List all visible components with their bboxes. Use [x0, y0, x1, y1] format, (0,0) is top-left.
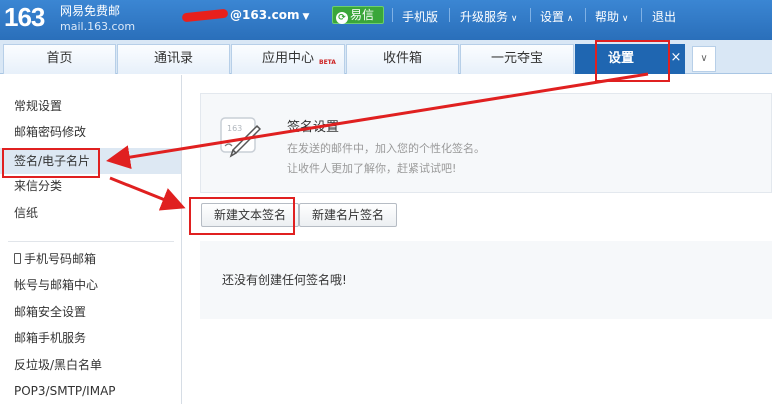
intro-title: 签名设置: [287, 120, 340, 135]
sidebar-item-password[interactable]: 邮箱密码修改: [14, 122, 86, 142]
chevron-down-icon[interactable]: ∨: [692, 46, 716, 72]
sidebar-item-antispam[interactable]: 反垃圾/黑白名单: [14, 355, 102, 375]
logo[interactable]: 163: [4, 2, 45, 33]
annotation-box-new-text-signature: [189, 197, 295, 235]
tab-app-center-label: 应用中心: [261, 51, 314, 66]
intro-desc-1: 在发送的邮件中，加入您的个性化签名。: [287, 142, 485, 155]
settings-menu[interactable]: 设置 ∧: [540, 8, 573, 25]
separator: [449, 8, 450, 22]
signature-intro: 163 签名设置 在发送的邮件中，加入您的个性化签名。 让收件人更加了解你，赶紧…: [200, 93, 772, 193]
chevron-down-icon: ▼: [302, 12, 310, 22]
chevron-down-icon: ∨: [619, 14, 629, 24]
tab-lucky-draw[interactable]: 一元夺宝: [460, 44, 574, 74]
empty-text: 还没有创建任何签名哦!: [222, 273, 347, 287]
chevron-down-icon: ∨: [508, 14, 518, 24]
sidebar-item-mail-filter[interactable]: 来信分类: [14, 176, 62, 196]
brand-domain: mail.163.com: [60, 20, 136, 33]
upgrade-menu[interactable]: 升级服务 ∨: [460, 8, 517, 25]
sidebar-item-phone-mailbox[interactable]: 手机号码邮箱: [14, 249, 96, 269]
beta-badge: BETA: [319, 59, 336, 66]
settings-sidebar: 常规设置 邮箱密码修改 签名/电子名片 来信分类 信纸 手机号码邮箱 帐号与邮箱…: [0, 75, 182, 404]
sidebar-divider: [8, 241, 174, 242]
sidebar-item-general[interactable]: 常规设置: [14, 96, 62, 116]
redaction-mark: [181, 8, 229, 23]
account-suffix: @163.com: [230, 8, 300, 22]
yixin-icon: ⟳: [336, 12, 348, 24]
separator: [641, 8, 642, 22]
annotation-box-signature-item: [2, 148, 100, 178]
sidebar-item-stationery[interactable]: 信纸: [14, 203, 38, 223]
tab-home[interactable]: 首页: [3, 44, 116, 74]
sidebar-item-account-center[interactable]: 帐号与邮箱中心: [14, 275, 98, 295]
separator: [530, 8, 531, 22]
yixin-label: 易信: [350, 8, 375, 22]
tab-app-center[interactable]: 应用中心 BETA: [231, 44, 345, 74]
tab-inbox[interactable]: 收件箱: [346, 44, 459, 74]
mobile-link[interactable]: 手机版: [402, 8, 438, 25]
separator: [585, 8, 586, 22]
upgrade-label: 升级服务: [460, 10, 509, 24]
new-card-signature-button[interactable]: 新建名片签名: [299, 203, 398, 227]
help-menu[interactable]: 帮助 ∨: [595, 8, 628, 25]
brand: 网易免费邮 mail.163.com: [60, 4, 135, 34]
sidebar-item-pop3[interactable]: POP3/SMTP/IMAP: [14, 381, 116, 401]
help-label: 帮助: [595, 10, 620, 24]
settings-label: 设置: [540, 10, 565, 24]
empty-signature-list: 还没有创建任何签名哦!: [200, 241, 772, 319]
signature-pen-icon: 163: [220, 117, 261, 158]
brand-name: 网易免费邮: [60, 4, 121, 18]
annotation-box-settings-tab: [595, 40, 670, 82]
yixin-button[interactable]: ⟳ 易信: [332, 6, 384, 24]
tab-contacts[interactable]: 通讯录: [117, 44, 230, 74]
account-menu[interactable]: @163.com ▼: [181, 8, 310, 23]
separator: [392, 8, 393, 22]
phone-icon: [14, 253, 21, 264]
logout-link[interactable]: 退出: [652, 8, 676, 25]
sidebar-item-label: 手机号码邮箱: [24, 252, 97, 266]
icon-text: 163: [227, 124, 242, 133]
intro-desc-2: 让收件人更加了解你，赶紧试试吧!: [287, 162, 457, 175]
sidebar-item-security[interactable]: 邮箱安全设置: [14, 302, 86, 322]
main-panel: 163 签名设置 在发送的邮件中，加入您的个性化签名。 让收件人更加了解你，赶紧…: [183, 75, 772, 404]
top-bar: 163 网易免费邮 mail.163.com @163.com ▼ ⟳ 易信 手机版…: [0, 0, 772, 40]
sidebar-item-mobile-service[interactable]: 邮箱手机服务: [14, 328, 86, 348]
chevron-up-icon: ∧: [564, 14, 574, 24]
